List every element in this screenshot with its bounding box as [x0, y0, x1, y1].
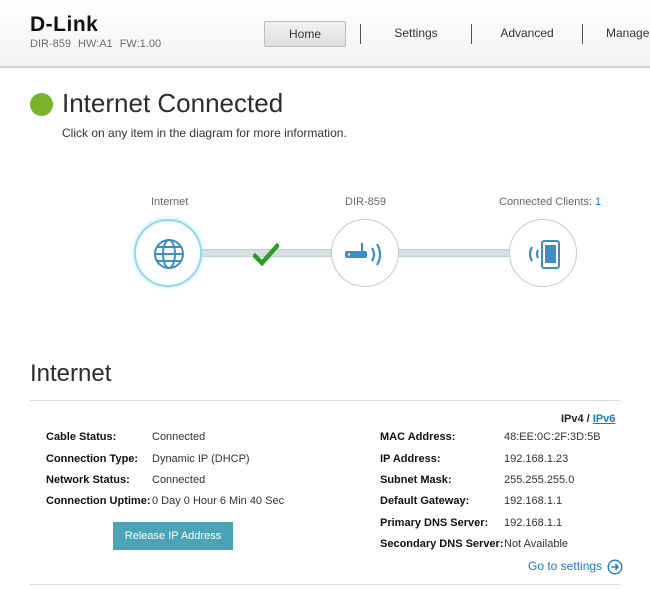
info-value: 192.168.1.1	[504, 495, 563, 507]
info-label: Primary DNS Server:	[380, 517, 489, 529]
info-value: Connected	[152, 474, 206, 486]
checkmark-icon	[253, 243, 279, 267]
ip-tab-separator: /	[586, 413, 590, 425]
info-label: Default Gateway:	[380, 495, 470, 507]
section-divider	[30, 400, 620, 401]
info-label: MAC Address:	[380, 431, 456, 443]
internet-section-title: Internet	[30, 360, 112, 387]
router-clients-link	[398, 249, 510, 257]
router-node-label: DIR-859	[345, 196, 386, 208]
info-label: Connection Uptime:	[46, 495, 151, 507]
nav-separator	[360, 24, 361, 44]
ip-version-tabs: IPv4/IPv6	[561, 413, 615, 425]
globe-icon	[154, 239, 184, 269]
clients-node[interactable]	[509, 219, 577, 287]
internet-node-label: Internet	[151, 196, 189, 208]
go-to-settings-text: Go to settings	[528, 559, 603, 574]
clients-label-text: Connected Clients:	[499, 196, 595, 208]
diagram-hint-text: Click on any item in the diagram for mor…	[62, 126, 347, 140]
info-label: Subnet Mask:	[380, 474, 452, 486]
info-label: Connection Type:	[46, 453, 139, 465]
info-value: 0 Day 0 Hour 6 Min 40 Sec	[152, 495, 285, 507]
info-value: 255.255.255.0	[504, 474, 575, 486]
bottom-divider	[30, 584, 620, 585]
model-info: DIR-859 HW:A1 FW:1.00	[30, 38, 162, 50]
arrow-circle-right-icon	[607, 559, 623, 575]
nav-management-tab[interactable]: Management	[606, 21, 650, 47]
ipv4-tab[interactable]: IPv4	[561, 413, 584, 425]
info-value: 192.168.1.23	[504, 453, 569, 465]
info-value: Not Available	[504, 538, 569, 550]
info-label: IP Address:	[380, 453, 441, 465]
clients-node-label: Connected Clients: 1	[499, 196, 601, 208]
info-label: Secondary DNS Server:	[380, 538, 504, 550]
nav-advanced-tab[interactable]: Advanced	[487, 21, 567, 47]
info-label: Network Status:	[46, 474, 130, 486]
release-ip-button[interactable]: Release IP Address	[113, 522, 233, 550]
info-value: Connected	[152, 431, 206, 443]
info-label: Cable Status:	[46, 431, 117, 443]
status-indicator-dot	[30, 93, 53, 116]
device-icon	[528, 240, 560, 269]
ipv6-tab[interactable]: IPv6	[593, 413, 616, 425]
info-value: 48:EE:0C:2F:3D:5B	[504, 431, 601, 443]
router-icon	[345, 243, 382, 266]
internet-node[interactable]	[134, 219, 202, 287]
clients-count: 1	[595, 196, 602, 208]
nav-home-tab[interactable]: Home	[264, 21, 346, 47]
d-link-logo: D-Link	[30, 13, 99, 36]
router-node[interactable]	[331, 219, 399, 287]
nav-settings-tab[interactable]: Settings	[376, 21, 456, 47]
info-value: 192.168.1.1	[504, 517, 563, 529]
nav-separator	[582, 24, 583, 44]
top-header: D-Link DIR-859 HW:A1 FW:1.00 Home Settin…	[0, 0, 650, 68]
connection-status-title: Internet Connected	[62, 88, 284, 118]
go-to-settings-link[interactable]: Go to settings	[528, 559, 623, 575]
info-value: Dynamic IP (DHCP)	[152, 453, 250, 465]
nav-separator	[471, 24, 472, 44]
